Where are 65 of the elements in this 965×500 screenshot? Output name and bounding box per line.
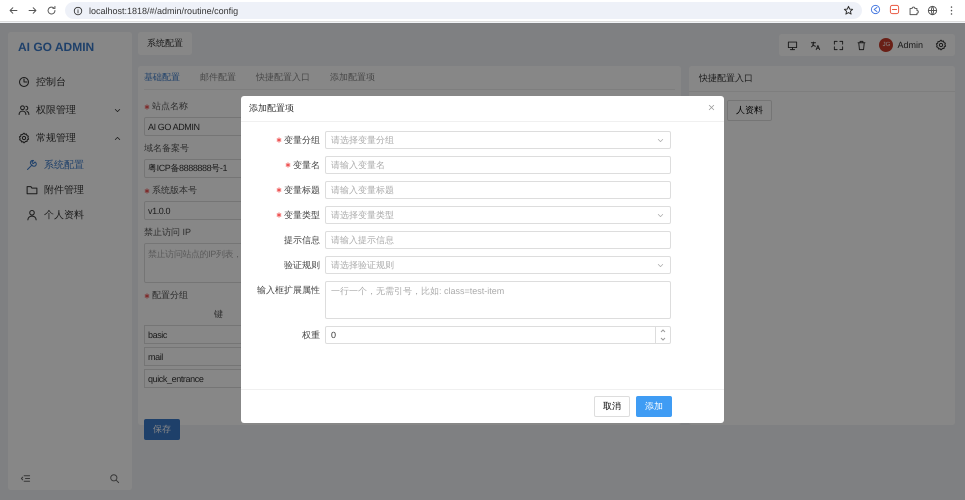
textarea-field[interactable]: 一行一个，无需引号，比如: class=test-item [325,281,671,319]
sidebar-item[interactable]: 附件管理 [8,177,132,202]
cancel-button[interactable]: 取消 [594,396,630,417]
extension-icon [870,4,881,14]
collapse-icon [20,473,31,484]
globe-icon [927,5,938,16]
gear-icon [935,39,947,51]
field-label: 域名备案号 [144,142,189,155]
users-icon [18,104,30,116]
tab[interactable]: 基础配置 [144,71,180,84]
dashboard-icon [18,76,30,88]
field-label: 系统版本号 [152,184,197,197]
page-tab[interactable]: 系统配置 [138,32,192,55]
column-header: 键 [213,308,224,321]
monitor-icon [787,40,798,50]
card-title: 快捷配置入口 [689,66,955,92]
gear-icon [18,132,30,144]
sidebar-item[interactable]: 个人资料 [8,202,132,227]
field-label: 禁止访问 IP [144,226,192,239]
field-label: 变量分组 [284,134,320,146]
trash-icon [856,40,868,50]
field-label: 权重 [302,328,320,342]
field-label: 变量标题 [284,184,320,196]
logo: AI GO ADMIN [17,39,96,56]
field-label: 输入框扩展属性 [257,284,320,296]
field-label: 变量类型 [284,208,320,222]
sidebar-item[interactable]: 控制台 [8,68,132,96]
select-field[interactable]: 请选择变量类型 [325,206,671,224]
fullscreen-icon [833,40,844,50]
folder-icon [26,184,38,196]
input-field[interactable]: 请输入提示信息 [325,231,671,249]
tab[interactable]: 快捷配置入口 [256,71,310,84]
number-field[interactable]: 0 [325,326,671,344]
field-label: 站点名称 [152,100,188,113]
search-icon [109,473,120,484]
sidebar-item[interactable]: 系统配置 [8,152,132,177]
add-button[interactable]: 添加 [636,396,672,417]
select-field[interactable]: 请选择变量分组 [325,131,671,149]
select-field[interactable]: 请选择验证规则 [325,256,671,274]
field-label: 验证规则 [284,258,320,272]
save-button[interactable]: 保存 [144,419,180,440]
info-icon [73,6,83,16]
wrench-icon [26,158,38,170]
extension-icon [889,4,900,14]
input-field[interactable]: 请输入变量标题 [325,181,671,199]
user-icon [26,208,38,220]
user-name[interactable]: Admin [897,40,923,50]
star-icon [843,5,854,16]
shortcut-button[interactable]: 人资料 [727,100,772,121]
reload-icon [46,5,57,16]
sidebar-item[interactable]: 常规管理 [8,124,132,152]
address-bar[interactable]: localhost:1818/#/admin/routine/config [65,2,862,19]
close-icon [707,102,716,112]
tab[interactable]: 添加配置项 [330,71,375,84]
input-field[interactable]: 请输入变量名 [325,156,671,174]
puzzle-icon [908,5,919,16]
sidebar-item[interactable]: 权限管理 [8,96,132,124]
back-icon [8,5,19,16]
tab[interactable]: 邮件配置 [200,71,236,84]
field-label: 提示信息 [284,234,320,246]
forward-icon [27,5,38,16]
dialog-title: 添加配置项 [249,102,294,115]
translate-icon [810,40,822,50]
field-label: 配置分组 [152,289,188,302]
field-label: 变量名 [293,158,320,172]
